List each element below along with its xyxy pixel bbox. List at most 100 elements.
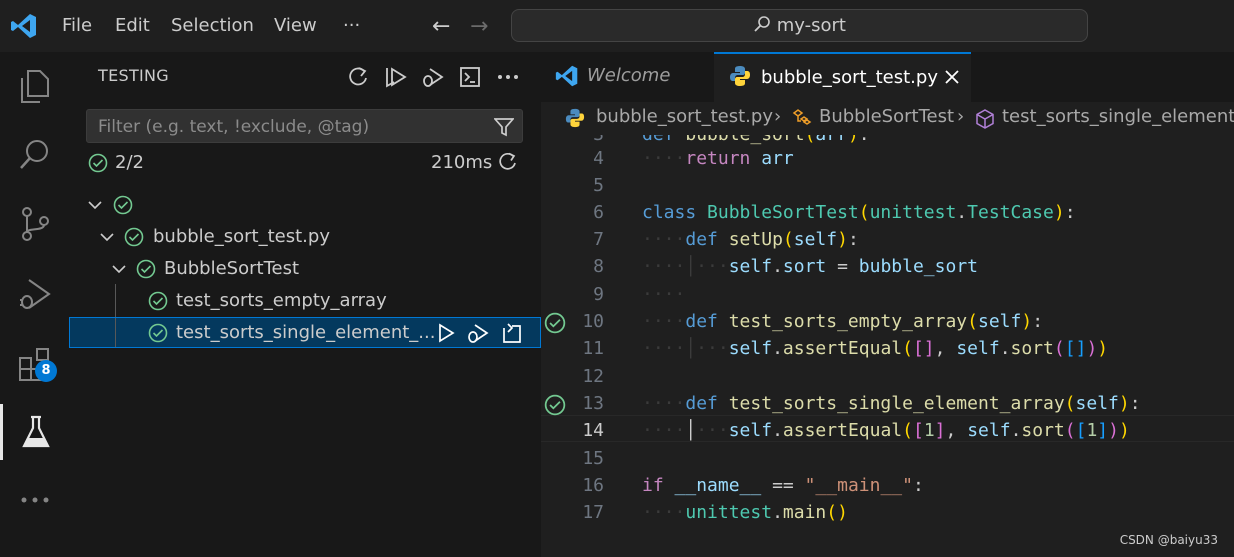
show-output-icon[interactable]	[459, 66, 481, 92]
breadcrumb-separator-icon: ›	[774, 106, 782, 127]
menu-view[interactable]: View	[274, 0, 317, 52]
tab-label: Welcome	[587, 65, 671, 86]
more-actions-icon[interactable]	[497, 66, 519, 92]
passed-check-icon	[148, 291, 168, 316]
line-number: 16	[582, 475, 604, 496]
line-number: 4	[593, 148, 604, 169]
editor-area: Welcome bubble_sort_test.py bubble_sort_…	[541, 52, 1234, 557]
test-summary-duration: 210ms	[431, 152, 493, 173]
tree-indent-guide	[115, 318, 116, 347]
menu-more[interactable]: ···	[343, 0, 360, 52]
python-file-icon	[565, 108, 585, 133]
code-line: 9 ····	[541, 283, 1234, 310]
line-number: 13	[582, 393, 604, 414]
tree-root-row[interactable]	[69, 190, 541, 220]
tree-item-label: bubble_sort_test.py	[153, 226, 330, 247]
line-number: 5	[593, 175, 604, 196]
passed-check-icon	[136, 259, 156, 284]
tree-item-file[interactable]: bubble_sort_test.py	[69, 222, 541, 252]
go-to-test-icon[interactable]	[500, 321, 524, 350]
forward-arrow-icon[interactable]: →	[470, 14, 488, 39]
code-line: 17 ····unittest.main()	[541, 501, 1234, 528]
line-number: 8	[593, 256, 604, 277]
line-number: 3	[541, 135, 604, 145]
code-editor[interactable]: 3 def bubble_sort(arr): 4 ····return arr…	[541, 135, 1234, 557]
source-control-icon[interactable]	[0, 196, 69, 252]
breadcrumb-separator-icon: ›	[957, 106, 965, 127]
run-debug-icon[interactable]	[0, 266, 69, 322]
testing-icon[interactable]	[0, 404, 69, 460]
more-icon[interactable]	[0, 472, 69, 528]
code-line: 8 ····│···self.sort = bubble_sort	[541, 255, 1234, 282]
code-line: 7 ····def setUp(self):	[541, 228, 1234, 255]
code-line: 10 ····def test_sorts_empty_array(self):	[541, 310, 1234, 337]
code-line: 15	[541, 447, 1234, 474]
passed-check-icon	[124, 227, 144, 252]
line-number: 9	[593, 284, 604, 305]
tab-label: bubble_sort_test.py	[761, 67, 938, 88]
line-content: ····return arr	[642, 148, 794, 169]
close-icon[interactable]	[944, 69, 960, 89]
tree-item-test-selected[interactable]: test_sorts_single_element_...	[69, 317, 541, 348]
code-line: 13 ····def test_sorts_single_element_arr…	[541, 392, 1234, 419]
extensions-icon[interactable]	[0, 336, 69, 392]
class-symbol-icon	[792, 109, 812, 132]
line-content: ····│···self.assertEqual([1], self.sort(…	[642, 420, 1130, 441]
editor-tabs: Welcome bubble_sort_test.py	[541, 52, 1234, 102]
line-number: 15	[582, 448, 604, 469]
tree-item-test[interactable]: test_sorts_empty_array	[69, 286, 541, 316]
code-line: 6 class BubbleSortTest(unittest.TestCase…	[541, 201, 1234, 228]
tab-bubble-sort-test[interactable]: bubble_sort_test.py	[714, 52, 971, 102]
search-activity-icon[interactable]	[0, 126, 69, 182]
title-bar: File Edit Selection View ··· ← → my-sort	[0, 0, 1234, 52]
menu-selection[interactable]: Selection	[171, 0, 254, 52]
rerun-icon[interactable]	[498, 152, 518, 176]
filter-funnel-icon[interactable]	[493, 117, 515, 141]
sidebar-title: TESTING	[98, 66, 169, 85]
watermark: CSDN @baiyu33	[1119, 533, 1218, 547]
tree-item-class[interactable]: BubbleSortTest	[69, 254, 541, 284]
back-arrow-icon[interactable]: ←	[432, 14, 450, 39]
run-test-icon[interactable]	[437, 323, 455, 348]
chevron-down-icon	[111, 261, 127, 282]
code-line: 5	[541, 174, 1234, 201]
line-content: ····unittest.main()	[642, 502, 848, 523]
line-number: 10	[582, 311, 604, 332]
debug-all-tests-icon[interactable]	[420, 66, 444, 92]
line-number: 11	[582, 338, 604, 359]
passed-check-icon	[113, 195, 133, 220]
debug-test-icon[interactable]	[465, 322, 489, 349]
line-number: 12	[582, 366, 604, 387]
tree-item-label: BubbleSortTest	[164, 258, 300, 279]
run-all-tests-icon[interactable]	[384, 66, 408, 92]
line-content: ····│···self.assertEqual([], self.sort([…	[642, 338, 1109, 359]
code-line: 16 if __name__ == "__main__":	[541, 474, 1234, 501]
tab-welcome[interactable]: Welcome	[541, 52, 714, 102]
python-file-icon	[729, 65, 751, 91]
menu-file[interactable]: File	[62, 0, 92, 52]
command-center[interactable]: my-sort	[511, 9, 1088, 42]
breadcrumb: bubble_sort_test.py › BubbleSortTest › t…	[541, 102, 1234, 135]
explorer-icon[interactable]	[0, 58, 69, 114]
line-content: ····def setUp(self):	[642, 229, 859, 250]
vscode-logo-icon	[10, 12, 38, 44]
vscode-logo-icon	[555, 64, 579, 92]
line-content: ····def test_sorts_single_element_array(…	[642, 393, 1141, 414]
test-summary-count: 2/2	[115, 152, 144, 173]
line-number: 6	[593, 202, 604, 223]
search-icon	[753, 15, 777, 36]
test-filter	[86, 109, 523, 143]
filter-input[interactable]	[96, 114, 490, 140]
command-center-label: my-sort	[776, 15, 846, 36]
chevron-down-icon	[99, 229, 115, 250]
breadcrumb-file[interactable]: bubble_sort_test.py	[596, 106, 773, 127]
breadcrumb-method[interactable]: test_sorts_single_element_	[1002, 106, 1234, 127]
breadcrumb-class[interactable]: BubbleSortTest	[819, 106, 954, 127]
tree-item-label: test_sorts_empty_array	[176, 290, 387, 311]
refresh-tests-icon[interactable]	[347, 66, 369, 92]
menu-edit[interactable]: Edit	[115, 0, 150, 52]
code-line: 11 ····│···self.assertEqual([], self.sor…	[541, 337, 1234, 364]
method-symbol-icon	[975, 109, 995, 134]
activity-bar: 8	[0, 52, 69, 557]
line-content: class BubbleSortTest(unittest.TestCase):	[642, 202, 1076, 223]
